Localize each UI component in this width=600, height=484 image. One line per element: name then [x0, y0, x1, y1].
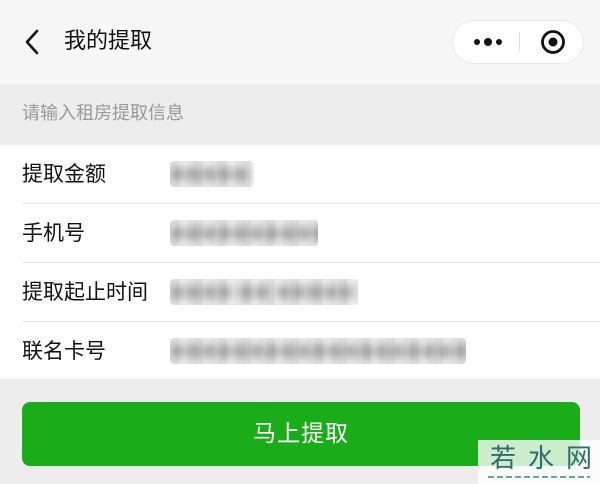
field-label: 提取起止时间: [22, 280, 148, 304]
close-button[interactable]: [527, 21, 579, 63]
more-dots-icon: [474, 38, 502, 46]
field-label: 提取金额: [22, 162, 106, 186]
field-label: 手机号: [22, 221, 85, 245]
capsule-divider: [519, 32, 520, 52]
target-close-icon: [541, 30, 565, 54]
phone-value: ●●●●●●●●●●●: [170, 220, 318, 246]
withdrawal-form: 提取金额 ●●●●● 手机号 ●●●●●●●●●●● 提取起止时间 ●●●● ●…: [0, 145, 600, 379]
field-label: 联名卡号: [22, 339, 106, 363]
amount-value: ●●●●●: [170, 161, 254, 187]
field-card-number[interactable]: 联名卡号 ●●●●●●●●●●●●●●●●●●●●●●: [0, 322, 600, 380]
more-button[interactable]: [459, 21, 517, 63]
mini-program-capsule: [452, 20, 584, 64]
page-title: 我的提取: [64, 29, 153, 54]
watermark: 若水网: [478, 440, 600, 484]
watermark-text: 若水网: [490, 444, 600, 474]
form-hint: 请输入租房提取信息: [22, 103, 184, 124]
period-value: ●●●● ●● ●●●●●: [170, 279, 358, 305]
field-phone[interactable]: 手机号 ●●●●●●●●●●●: [0, 204, 600, 262]
watermark-underline: [488, 476, 590, 478]
field-period[interactable]: 提取起止时间 ●●●● ●● ●●●●●: [0, 263, 600, 321]
navigation-bar: 我的提取: [0, 0, 600, 84]
back-button[interactable]: [16, 24, 48, 60]
chevron-left-icon: [25, 29, 39, 55]
field-amount[interactable]: 提取金额 ●●●●●: [0, 145, 600, 203]
card-number-value: ●●●●●●●●●●●●●●●●●●●●●●: [170, 338, 466, 364]
